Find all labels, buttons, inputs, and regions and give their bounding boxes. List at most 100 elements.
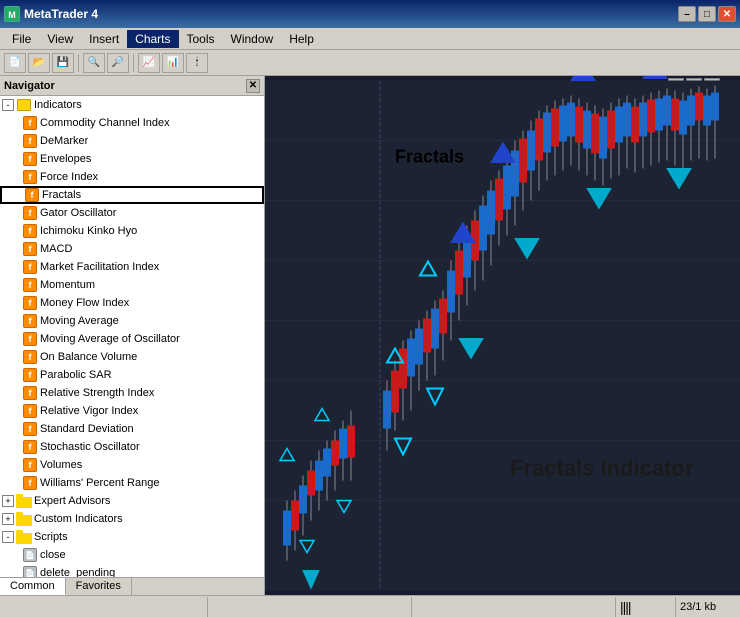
indicators-expand[interactable]: - xyxy=(2,99,14,111)
f-icon-mao: f xyxy=(22,331,38,347)
status-bar: |||| 23/1 kb xyxy=(0,595,740,617)
indicators-folder-icon xyxy=(16,97,32,113)
menu-tools[interactable]: Tools xyxy=(179,30,223,48)
menu-file[interactable]: File xyxy=(4,30,39,48)
list-item[interactable]: f On Balance Volume xyxy=(0,348,264,366)
status-seg-1 xyxy=(4,597,208,617)
bars-icon: |||| xyxy=(620,599,631,615)
list-item[interactable]: f Commodity Channel Index xyxy=(0,114,264,132)
list-item[interactable]: f Moving Average of Oscillator xyxy=(0,330,264,348)
list-item[interactable]: f Money Flow Index xyxy=(0,294,264,312)
menu-bar: File View Insert Charts Tools Window Hel… xyxy=(0,28,740,50)
item-label-ea: Expert Advisors xyxy=(34,495,110,507)
status-seg-info: 23/1 kb xyxy=(676,597,736,617)
f-icon-fractals: f xyxy=(24,187,40,203)
toolbar-bar[interactable]: 📊 xyxy=(162,53,184,73)
list-item[interactable]: f Relative Vigor Index xyxy=(0,402,264,420)
list-item-fractals[interactable]: f Fractals xyxy=(0,186,264,204)
item-label-envelopes: Envelopes xyxy=(40,153,91,165)
navigator-body[interactable]: - Indicators f Commodity Channel Index f… xyxy=(0,96,264,577)
list-item[interactable]: f MACD xyxy=(0,240,264,258)
chart-area: – □ ✕ xyxy=(265,76,740,595)
list-item[interactable]: f Stochastic Oscillator xyxy=(0,438,264,456)
toolbar-zoom-in[interactable]: 🔍 xyxy=(83,53,105,73)
item-label-demarker: DeMarker xyxy=(40,135,88,147)
maximize-button[interactable]: □ xyxy=(698,6,716,22)
ci-expand[interactable]: + xyxy=(2,513,14,525)
list-item[interactable]: f Gator Oscillator xyxy=(0,204,264,222)
list-item[interactable]: f Volumes xyxy=(0,456,264,474)
status-info: 23/1 kb xyxy=(680,601,716,613)
f-icon-mfi: f xyxy=(22,259,38,275)
item-label-delete: delete_pending xyxy=(40,567,115,577)
menu-view[interactable]: View xyxy=(39,30,81,48)
item-label-fractals: Fractals xyxy=(42,189,81,201)
list-item[interactable]: f Market Facilitation Index xyxy=(0,258,264,276)
f-icon-gator: f xyxy=(22,205,38,221)
list-item[interactable]: f Force Index xyxy=(0,168,264,186)
menu-insert[interactable]: Insert xyxy=(81,30,127,48)
item-label-momentum: Momentum xyxy=(40,279,95,291)
list-item[interactable]: f Envelopes xyxy=(0,150,264,168)
title-bar-text: MetaTrader 4 xyxy=(24,7,98,21)
f-icon-demarker: f xyxy=(22,133,38,149)
f-icon-volumes: f xyxy=(22,457,38,473)
list-item[interactable]: f Standard Deviation xyxy=(0,420,264,438)
menu-charts[interactable]: Charts xyxy=(127,30,178,48)
ea-expand[interactable]: + xyxy=(2,495,14,507)
main-area: Navigator ✕ - Indicators f Commodity Cha… xyxy=(0,76,740,595)
close-button[interactable]: ✕ xyxy=(718,6,736,22)
tab-common[interactable]: Common xyxy=(0,578,66,595)
f-icon-wpr: f xyxy=(22,475,38,491)
toolbar-candle[interactable]: 🕯 xyxy=(186,53,208,73)
toolbar-line[interactable]: 📈 xyxy=(138,53,160,73)
item-label-moving-average: Moving Average xyxy=(40,315,119,327)
tab-favorites[interactable]: Favorites xyxy=(66,578,132,595)
list-item[interactable]: 📄 delete_pending xyxy=(0,564,264,577)
svg-text:Fractals: Fractals xyxy=(395,147,464,167)
tree-indicators-group[interactable]: - Indicators xyxy=(0,96,264,114)
f-icon-cci: f xyxy=(22,115,38,131)
navigator-tabs: Common Favorites xyxy=(0,577,264,595)
tree-custom-indicators[interactable]: + Custom Indicators xyxy=(0,510,264,528)
toolbar-open[interactable]: 📂 xyxy=(28,53,50,73)
f-icon-stoch: f xyxy=(22,439,38,455)
list-item[interactable]: f Parabolic SAR xyxy=(0,366,264,384)
item-label-rvi: Relative Vigor Index xyxy=(40,405,138,417)
list-item[interactable]: f DeMarker xyxy=(0,132,264,150)
f-icon-obv: f xyxy=(22,349,38,365)
toolbar-zoom-out[interactable]: 🔎 xyxy=(107,53,129,73)
f-icon-moneyflow: f xyxy=(22,295,38,311)
tree-scripts[interactable]: - Scripts xyxy=(0,528,264,546)
list-item[interactable]: f Relative Strength Index xyxy=(0,384,264,402)
item-label-stoch: Stochastic Oscillator xyxy=(40,441,140,453)
list-item[interactable]: f Williams' Percent Range xyxy=(0,474,264,492)
script-icon-delete: 📄 xyxy=(22,565,38,577)
scripts-expand[interactable]: - xyxy=(2,531,14,543)
item-label-market-facilitation: Market Facilitation Index xyxy=(40,261,159,273)
script-icon-close: 📄 xyxy=(22,547,38,563)
f-icon-momentum: f xyxy=(22,277,38,293)
menu-help[interactable]: Help xyxy=(281,30,322,48)
toolbar-save[interactable]: 💾 xyxy=(52,53,74,73)
toolbar-sep1 xyxy=(78,54,79,72)
list-item[interactable]: f Momentum xyxy=(0,276,264,294)
toolbar-new[interactable]: 📄 xyxy=(4,53,26,73)
navigator-title: Navigator xyxy=(4,80,55,92)
title-bar-left: M MetaTrader 4 xyxy=(4,6,98,22)
item-label-gator: Gator Oscillator xyxy=(40,207,116,219)
list-item[interactable]: f Ichimoku Kinko Hyo xyxy=(0,222,264,240)
minimize-button[interactable]: – xyxy=(678,6,696,22)
chart-svg: Fractals Fractals Indicator xyxy=(265,76,740,595)
title-bar-controls: – □ ✕ xyxy=(678,6,736,22)
item-label-cci: Commodity Channel Index xyxy=(40,117,170,129)
item-label-obv: On Balance Volume xyxy=(40,351,137,363)
item-label-force: Force Index xyxy=(40,171,98,183)
list-item[interactable]: 📄 close xyxy=(0,546,264,564)
menu-window[interactable]: Window xyxy=(223,30,282,48)
list-item[interactable]: f Moving Average xyxy=(0,312,264,330)
navigator-close-button[interactable]: ✕ xyxy=(246,79,260,93)
f-icon-rvi: f xyxy=(22,403,38,419)
tree-expert-advisors[interactable]: + Expert Advisors xyxy=(0,492,264,510)
item-label-scripts: Scripts xyxy=(34,531,68,543)
